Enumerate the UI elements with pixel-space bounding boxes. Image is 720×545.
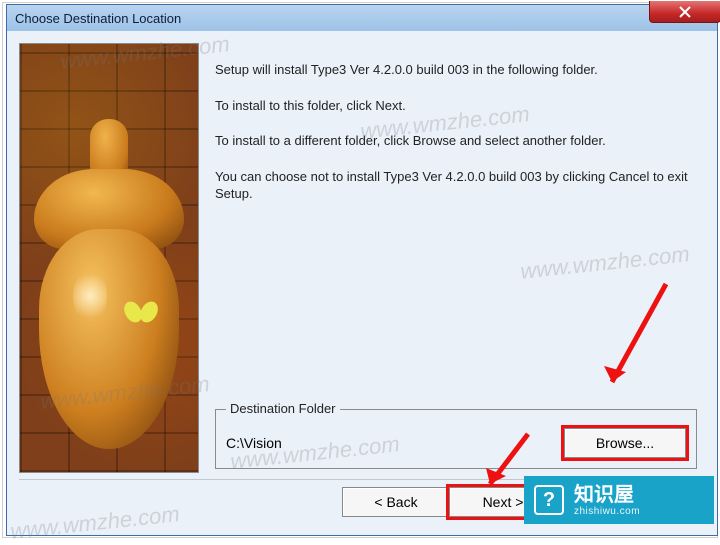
content-row: Setup will install Type3 Ver 4.2.0.0 bui…	[19, 43, 705, 473]
right-pane: Setup will install Type3 Ver 4.2.0.0 bui…	[215, 43, 705, 473]
badge-subtitle: zhishiwu.com	[574, 506, 640, 517]
zhishiwu-badge: ? 知识屋 zhishiwu.com	[524, 476, 714, 524]
client-area: Setup will install Type3 Ver 4.2.0.0 bui…	[7, 31, 717, 535]
badge-title: 知识屋	[574, 484, 640, 506]
browse-button[interactable]: Browse...	[564, 428, 686, 458]
intro-paragraph-2: To install to this folder, click Next.	[215, 97, 697, 115]
badge-mark-icon: ?	[534, 485, 564, 515]
wizard-side-image	[19, 43, 199, 473]
close-icon	[679, 6, 691, 18]
intro-paragraph-3: To install to a different folder, click …	[215, 132, 697, 150]
destination-folder-group: Destination Folder C:\Vision Browse...	[215, 409, 697, 469]
titlebar: Choose Destination Location	[7, 5, 717, 31]
wizard-window: Choose Destination Location Setup will i…	[6, 4, 718, 536]
window-title: Choose Destination Location	[13, 11, 181, 26]
intro-paragraph-1: Setup will install Type3 Ver 4.2.0.0 bui…	[215, 61, 697, 79]
destination-legend: Destination Folder	[226, 401, 340, 416]
close-button[interactable]	[649, 1, 720, 23]
intro-paragraph-4: You can choose not to install Type3 Ver …	[215, 168, 697, 203]
destination-path: C:\Vision	[226, 435, 554, 451]
butterfly-icon	[125, 299, 157, 327]
back-button[interactable]: < Back	[342, 487, 450, 517]
mannequin-graphic	[29, 119, 189, 473]
